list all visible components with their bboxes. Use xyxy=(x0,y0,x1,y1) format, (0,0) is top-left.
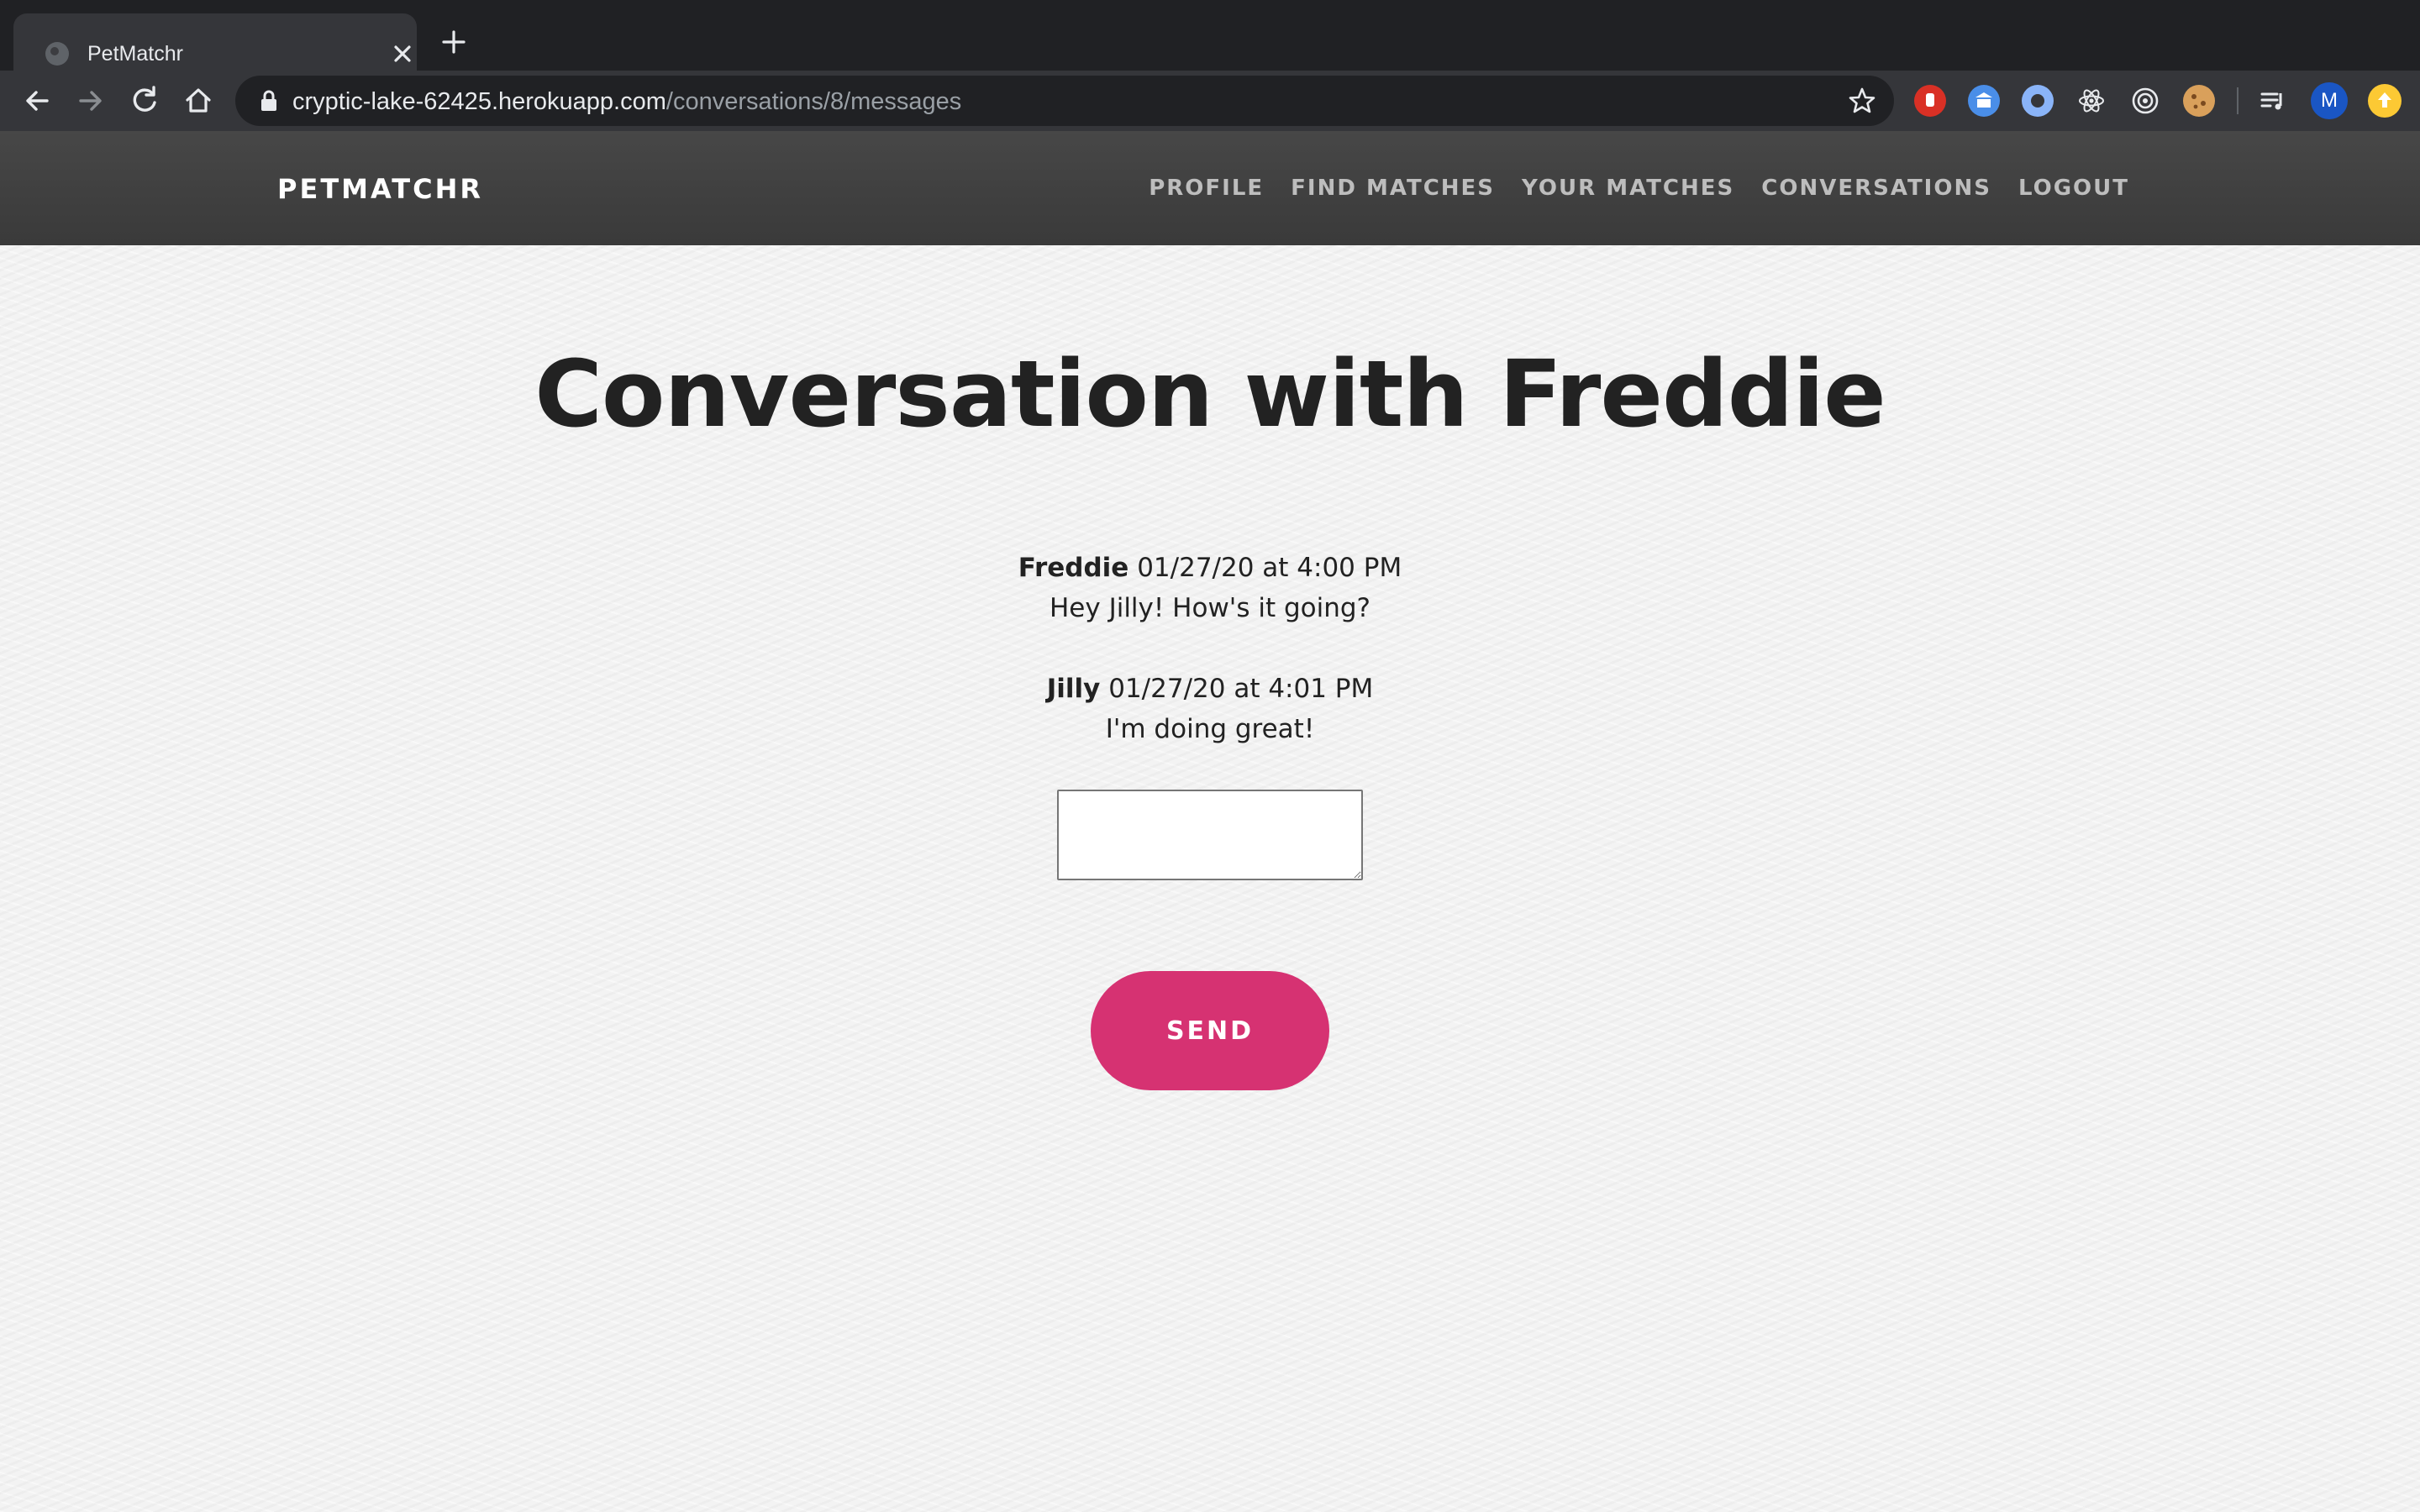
cookie-icon[interactable] xyxy=(2183,85,2215,117)
page-title: Conversation with Freddie xyxy=(534,340,1886,448)
bookmark-star-icon[interactable] xyxy=(1847,86,1877,116)
message-item: Freddie 01/27/20 at 4:00 PM Hey Jilly! H… xyxy=(0,548,2420,628)
close-icon[interactable] xyxy=(388,39,417,68)
message-text: I'm doing great! xyxy=(1105,714,1315,744)
url-text[interactable]: cryptic-lake-62425.herokuapp.com/convers… xyxy=(292,88,961,115)
message-header: Freddie 01/27/20 at 4:00 PM xyxy=(0,548,2420,588)
message-sender: Jilly xyxy=(1046,674,1101,704)
nav-link-your-matches[interactable]: YOUR MATCHES xyxy=(1522,173,1734,203)
profile-avatar[interactable]: M xyxy=(2311,82,2348,119)
brand-logo[interactable]: PETMATCHR xyxy=(277,173,483,205)
message-header: Jilly 01/27/20 at 4:01 PM xyxy=(0,669,2420,709)
blue-circle-icon[interactable] xyxy=(2022,85,2054,117)
message-input[interactable] xyxy=(1057,790,1363,880)
nav-link-find-matches[interactable]: FIND MATCHES xyxy=(1291,173,1495,203)
main-content: Conversation with Freddie Freddie 01/27/… xyxy=(0,245,2420,1512)
home-icon[interactable] xyxy=(180,82,217,119)
message-list: Freddie 01/27/20 at 4:00 PM Hey Jilly! H… xyxy=(0,548,2420,790)
adblock-icon[interactable] xyxy=(1914,85,1946,117)
lock-icon[interactable] xyxy=(259,89,279,113)
url-path: /conversations/8/messages xyxy=(666,88,962,115)
tab-title: PetMatchr xyxy=(87,42,183,66)
nav-links: PROFILE FIND MATCHES YOUR MATCHES CONVER… xyxy=(1149,173,2129,203)
globe-icon xyxy=(45,42,69,66)
back-arrow-icon[interactable] xyxy=(18,82,55,119)
message-sender: Freddie xyxy=(1018,553,1129,583)
new-tab-button[interactable] xyxy=(437,25,471,59)
nav-link-conversations[interactable]: CONVERSATIONS xyxy=(1761,173,1991,203)
browser-toolbar: cryptic-lake-62425.herokuapp.com/convers… xyxy=(0,71,2420,131)
browser-tab[interactable]: PetMatchr xyxy=(13,13,417,71)
update-icon[interactable] xyxy=(2368,84,2402,118)
media-queue-icon[interactable] xyxy=(2257,85,2289,117)
send-button[interactable]: SEND xyxy=(1091,971,1329,1090)
message-text: Hey Jilly! How's it going? xyxy=(1049,593,1370,623)
react-devtools-icon[interactable] xyxy=(2075,85,2107,117)
nav-link-profile[interactable]: PROFILE xyxy=(1149,173,1264,203)
message-timestamp: 01/27/20 at 4:01 PM xyxy=(1108,674,1374,704)
toolbar-divider xyxy=(2237,87,2238,114)
address-bar[interactable]: cryptic-lake-62425.herokuapp.com/convers… xyxy=(235,76,1894,126)
site-navbar: PETMATCHR PROFILE FIND MATCHES YOUR MATC… xyxy=(0,131,2420,245)
message-timestamp: 01/27/20 at 4:00 PM xyxy=(1137,553,1402,583)
reload-icon[interactable] xyxy=(126,82,163,119)
url-host: cryptic-lake-62425.herokuapp.com xyxy=(292,88,666,115)
nav-link-logout[interactable]: LOGOUT xyxy=(2018,173,2129,203)
forward-arrow-icon[interactable] xyxy=(72,82,109,119)
target-icon[interactable] xyxy=(2129,85,2161,117)
message-item: Jilly 01/27/20 at 4:01 PM I'm doing grea… xyxy=(0,669,2420,749)
browser-tabstrip: PetMatchr xyxy=(0,0,2420,71)
bank-icon[interactable] xyxy=(1968,85,2000,117)
